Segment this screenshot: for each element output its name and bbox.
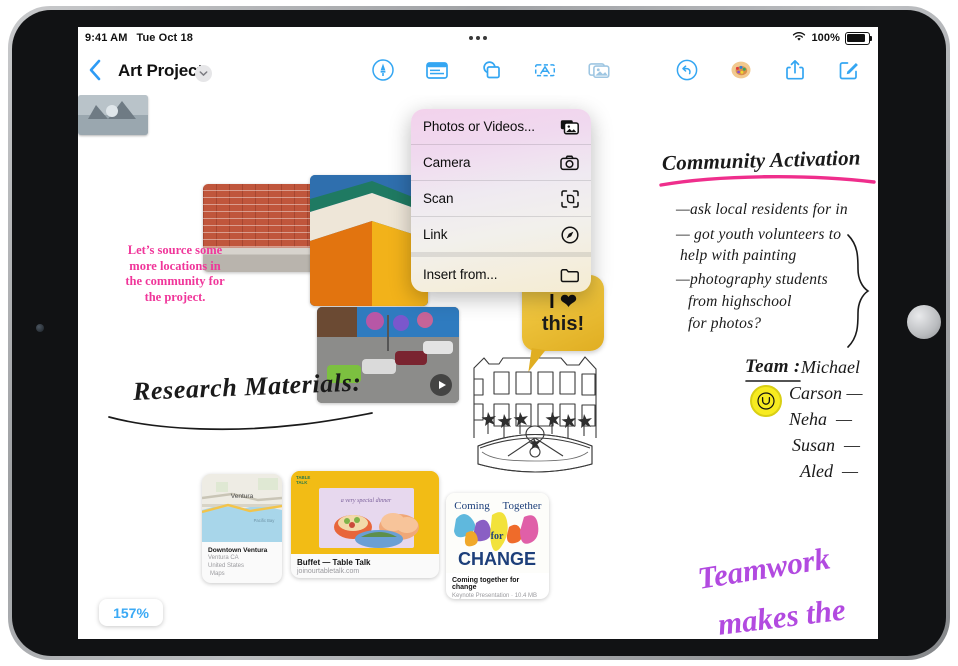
folder-icon: [560, 265, 579, 284]
home-button[interactable]: [907, 305, 941, 339]
scan-icon: [560, 189, 579, 208]
svg-text:Together: Together: [503, 500, 542, 512]
status-bar-right: 100%: [792, 31, 873, 45]
map-card[interactable]: Ventura Pacific Bay Downtown Ventura Ven…: [202, 474, 282, 583]
menu-label: Camera: [423, 155, 471, 170]
keynote-card-meta: Coming together for change Keynote Prese…: [446, 573, 549, 599]
insert-media-menu[interactable]: Photos or Videos... Camera Scan Link Ins…: [411, 109, 591, 292]
map-card-source: Maps: [210, 571, 225, 578]
battery-percent: 100%: [811, 32, 840, 44]
navigation-bar: Art Project: [78, 49, 878, 95]
compose-button[interactable]: [836, 57, 862, 83]
photo-thumbnail[interactable]: [78, 95, 148, 135]
screen: 9:41 AM Tue Oct 18 100% Art Project Let’…: [78, 27, 878, 639]
ipad-device: 9:41 AM Tue Oct 18 100% Art Project Let’…: [0, 0, 958, 666]
pink-underline: [659, 174, 876, 187]
smiley-sticker[interactable]: [750, 385, 782, 417]
community-bullet-6: for photos?: [688, 315, 762, 332]
canvas-tools: [370, 57, 612, 83]
zoom-level-button[interactable]: 157%: [99, 599, 163, 626]
team-member-3: Neha —: [789, 409, 852, 429]
status-time: 9:41 AM: [85, 32, 128, 44]
svg-text:Coming: Coming: [454, 500, 490, 512]
community-bullet-2: — got youth volunteers to: [676, 226, 842, 243]
community-bullet-4: —photography students: [676, 271, 828, 288]
link-preview-card[interactable]: TABLE TALK a very special dinner Buffet …: [291, 471, 439, 578]
status-date: Tue Oct 18: [136, 32, 193, 44]
community-bullet-5: from highschool: [688, 293, 792, 310]
markup-pen-tool[interactable]: [370, 57, 396, 83]
menu-label: Insert from...: [423, 267, 498, 282]
svg-text:for: for: [491, 531, 504, 542]
menu-item-photos-or-videos[interactable]: Photos or Videos...: [411, 109, 591, 145]
battery-full-icon: [845, 31, 873, 45]
svg-text:Pacific Bay: Pacific Bay: [254, 518, 276, 523]
photos-stack-icon: [560, 117, 579, 136]
teamwork-line-1: Teamwork: [695, 540, 833, 596]
community-activation-title: Community Activation: [661, 145, 861, 175]
teamwork-line-2: makes the: [715, 591, 848, 639]
team-member-1: Michael: [801, 357, 860, 377]
curly-brace: [847, 234, 870, 348]
sticky-note-tool[interactable]: [424, 57, 450, 83]
front-camera: [36, 324, 44, 332]
media-insert-tool[interactable]: [586, 57, 612, 83]
svg-text:TALK: TALK: [296, 480, 308, 485]
link-preview-image: TABLE TALK a very special dinner: [291, 471, 439, 554]
wifi-icon: [792, 31, 806, 45]
camera-icon: [560, 153, 579, 172]
status-bar-left: 9:41 AM Tue Oct 18: [85, 32, 193, 44]
chevron-down-icon[interactable]: [195, 65, 212, 82]
map-card-region: Ventura CA: [208, 555, 239, 561]
compass-link-icon: [560, 225, 579, 244]
page-title: Art Project: [118, 61, 203, 80]
map-card-country: United States: [208, 562, 245, 569]
keynote-card-meta-text: Keynote Presentation · 10.4 MB: [452, 592, 538, 599]
team-member-4: Susan —: [792, 435, 861, 455]
keynote-card-title: Coming together for change: [452, 577, 520, 591]
svg-text:CHANGE: CHANGE: [458, 549, 536, 569]
svg-text:Ventura: Ventura: [231, 493, 254, 500]
menu-label: Photos or Videos...: [423, 119, 535, 134]
link-card-meta: Buffet — Table Talk joinourtabletalk.com: [291, 554, 439, 578]
link-card-title: Buffet — Table Talk: [297, 558, 371, 567]
pink-note-text: Let’s source some more locations in the …: [125, 243, 225, 304]
svg-text:a very special dinner: a very special dinner: [341, 498, 392, 504]
link-card-url: joinourtabletalk.com: [297, 568, 360, 575]
freeform-canvas[interactable]: Let’s source some more locations in the …: [78, 95, 878, 639]
map-card-title: Downtown Ventura: [208, 547, 268, 554]
community-bullet-3: help with painting: [680, 247, 797, 264]
shapes-tool[interactable]: [478, 57, 504, 83]
team-member-5: Aled —: [800, 461, 858, 481]
community-bullet-1: —ask local residents for in: [676, 201, 848, 218]
research-underline-flourish: [108, 412, 373, 431]
play-button[interactable]: [430, 374, 452, 396]
bubble-line-2: this!: [541, 312, 585, 335]
menu-item-scan[interactable]: Scan: [411, 181, 591, 217]
keynote-preview: Coming Together for CHANGE: [446, 493, 549, 573]
map-card-meta: Downtown Ventura Ventura CA United State…: [202, 542, 282, 583]
map-preview: Ventura Pacific Bay: [202, 474, 282, 542]
menu-item-camera[interactable]: Camera: [411, 145, 591, 181]
menu-item-link[interactable]: Link: [411, 217, 591, 257]
menu-label: Scan: [423, 191, 454, 206]
text-box-tool[interactable]: [532, 57, 558, 83]
team-heading: Team :: [745, 356, 801, 377]
bubble-line-1: I ❤: [549, 290, 577, 313]
keynote-card[interactable]: Coming Together for CHANGE Coming togeth…: [446, 493, 549, 599]
color-palette-button[interactable]: [728, 57, 754, 83]
menu-item-insert-from[interactable]: Insert from...: [411, 257, 591, 292]
share-button[interactable]: [782, 57, 808, 83]
status-bar: 9:41 AM Tue Oct 18 100%: [78, 27, 878, 49]
undo-button[interactable]: [674, 57, 700, 83]
menu-label: Link: [423, 227, 448, 242]
multitask-handle[interactable]: [469, 36, 487, 40]
document-actions: [674, 57, 862, 83]
back-button[interactable]: [88, 58, 114, 86]
team-member-2: Carson —: [789, 383, 863, 403]
